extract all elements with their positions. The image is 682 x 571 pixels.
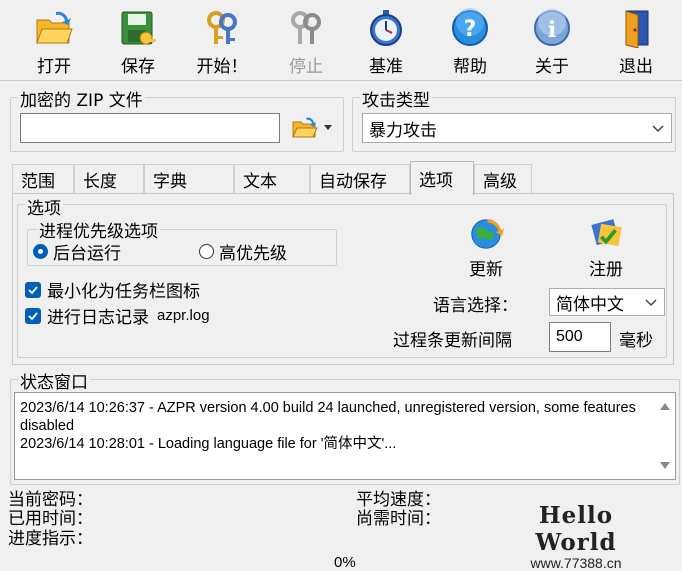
- status-log-line: 2023/6/14 10:26:37 - AZPR version 4.00 b…: [20, 400, 636, 434]
- update-globe-icon: [471, 218, 504, 249]
- attack-type-group-title: 攻击类型: [360, 86, 432, 111]
- progress-percent: 0%: [334, 554, 356, 571]
- progress-interval-input[interactable]: 500: [549, 322, 611, 352]
- logging-checkbox[interactable]: 进行日志记录 azpr.log: [25, 303, 210, 328]
- save-disk-icon: [121, 11, 156, 45]
- exit-button[interactable]: 退出: [602, 4, 670, 78]
- minimize-tray-checkbox[interactable]: 最小化为任务栏图标: [25, 277, 200, 302]
- tab-range[interactable]: 范围: [12, 164, 74, 194]
- watermark-logo: Hello World www.77388.cn: [500, 502, 652, 571]
- high-priority-radio[interactable]: 高优先级: [199, 239, 287, 264]
- open-button[interactable]: 打开: [20, 4, 88, 78]
- tab-autosave[interactable]: 自动保存: [310, 164, 410, 194]
- exit-label: 退出: [619, 57, 653, 77]
- checkmark-icon: [25, 281, 41, 298]
- chevron-down-icon: [645, 299, 657, 307]
- avg-speed-label: 平均速度：: [356, 490, 441, 510]
- tab-text[interactable]: 文本: [234, 164, 310, 194]
- zip-file-group-title: 加密的 ZIP 文件: [18, 86, 145, 111]
- progress-interval-value: 500: [556, 328, 583, 345]
- status-log-line: 2023/6/14 10:28:01 - Loading language fi…: [20, 436, 397, 452]
- browse-dropdown-arrow-icon: [324, 125, 332, 130]
- stop-keys-icon: [291, 11, 321, 44]
- tab-length[interactable]: 长度: [74, 164, 144, 194]
- zip-path-input[interactable]: [20, 113, 280, 143]
- radio-unselected-icon: [199, 244, 214, 259]
- language-value: 简体中文: [556, 294, 624, 315]
- help-label: 帮助: [453, 57, 487, 77]
- exit-door-icon: [625, 10, 649, 48]
- time-used-label: 已用时间：: [8, 509, 93, 529]
- progress-interval-unit: 毫秒: [619, 331, 653, 351]
- high-priority-label: 高优先级: [219, 244, 287, 264]
- background-priority-radio[interactable]: 后台运行: [33, 239, 121, 264]
- chevron-down-icon: [652, 125, 664, 133]
- minimize-tray-label: 最小化为任务栏图标: [47, 282, 200, 302]
- open-folder-icon: [36, 11, 73, 44]
- checkmark-icon: [25, 307, 41, 324]
- start-label: 开始！: [196, 57, 248, 77]
- time-remaining-label: 尚需时间：: [356, 509, 441, 529]
- background-priority-label: 后台运行: [53, 244, 121, 264]
- radio-selected-icon: [33, 244, 48, 259]
- svg-text:i: i: [548, 17, 556, 43]
- tab-dictionary[interactable]: 字典: [144, 164, 234, 194]
- tab-options[interactable]: 选项: [410, 161, 474, 195]
- options-group-title: 选项: [25, 194, 63, 219]
- start-keys-icon: [207, 11, 237, 44]
- help-button[interactable]: ? 帮助: [436, 4, 504, 78]
- language-select[interactable]: 简体中文: [549, 288, 665, 316]
- help-icon: ?: [452, 8, 488, 46]
- benchmark-label: 基准: [369, 57, 403, 77]
- register-label: 注册: [589, 260, 623, 280]
- about-label: 关于: [535, 57, 569, 77]
- status-group-title: 状态窗口: [18, 368, 90, 393]
- toolbar: 打开 保存 开始！ 停止 基准 ? 帮助 i 关于 退出: [0, 0, 682, 80]
- about-button[interactable]: i 关于: [518, 4, 586, 78]
- tab-advanced[interactable]: 高级: [474, 164, 532, 194]
- stop-label: 停止: [289, 57, 323, 77]
- log-file-name: azpr.log: [157, 307, 210, 324]
- options-panel: 选项 进程优先级选项 后台运行 高优先级 最小化为任务栏图标 进行日志记录 az…: [12, 193, 674, 365]
- attack-type-select[interactable]: 暴力攻击: [362, 113, 672, 143]
- register-icon: [591, 219, 622, 247]
- stopwatch-icon: [370, 10, 402, 46]
- save-label: 保存: [121, 57, 155, 77]
- benchmark-button[interactable]: 基准: [352, 4, 420, 78]
- status-log-text: 2023/6/14 10:26:37 - AZPR version 4.00 b…: [20, 399, 652, 453]
- watermark-title: Hello World: [535, 502, 617, 556]
- stop-button[interactable]: 停止: [272, 4, 340, 78]
- update-button[interactable]: 更新: [459, 216, 513, 280]
- info-icon: i: [534, 8, 570, 46]
- scroll-up-arrow-icon[interactable]: [659, 401, 671, 411]
- browse-folder-icon: [292, 117, 318, 138]
- toolbar-separator: [0, 80, 682, 81]
- save-button[interactable]: 保存: [104, 4, 172, 78]
- start-button[interactable]: 开始！: [188, 4, 256, 78]
- attack-type-value: 暴力攻击: [369, 120, 437, 141]
- update-label: 更新: [469, 260, 503, 280]
- current-password-label: 当前密码：: [8, 490, 93, 510]
- watermark-url: www.77388.cn: [530, 555, 622, 571]
- logging-label: 进行日志记录: [47, 308, 149, 328]
- scroll-down-arrow-icon[interactable]: [659, 461, 671, 471]
- svg-text:?: ?: [464, 17, 477, 42]
- open-label: 打开: [37, 57, 71, 77]
- progress-interval-label: 过程条更新间隔: [393, 331, 512, 351]
- progress-label: 进度指示：: [8, 529, 93, 549]
- language-label: 语言选择：: [433, 296, 518, 316]
- status-log[interactable]: 2023/6/14 10:26:37 - AZPR version 4.00 b…: [14, 392, 676, 480]
- register-button[interactable]: 注册: [579, 216, 633, 280]
- browse-file-button[interactable]: [292, 114, 336, 142]
